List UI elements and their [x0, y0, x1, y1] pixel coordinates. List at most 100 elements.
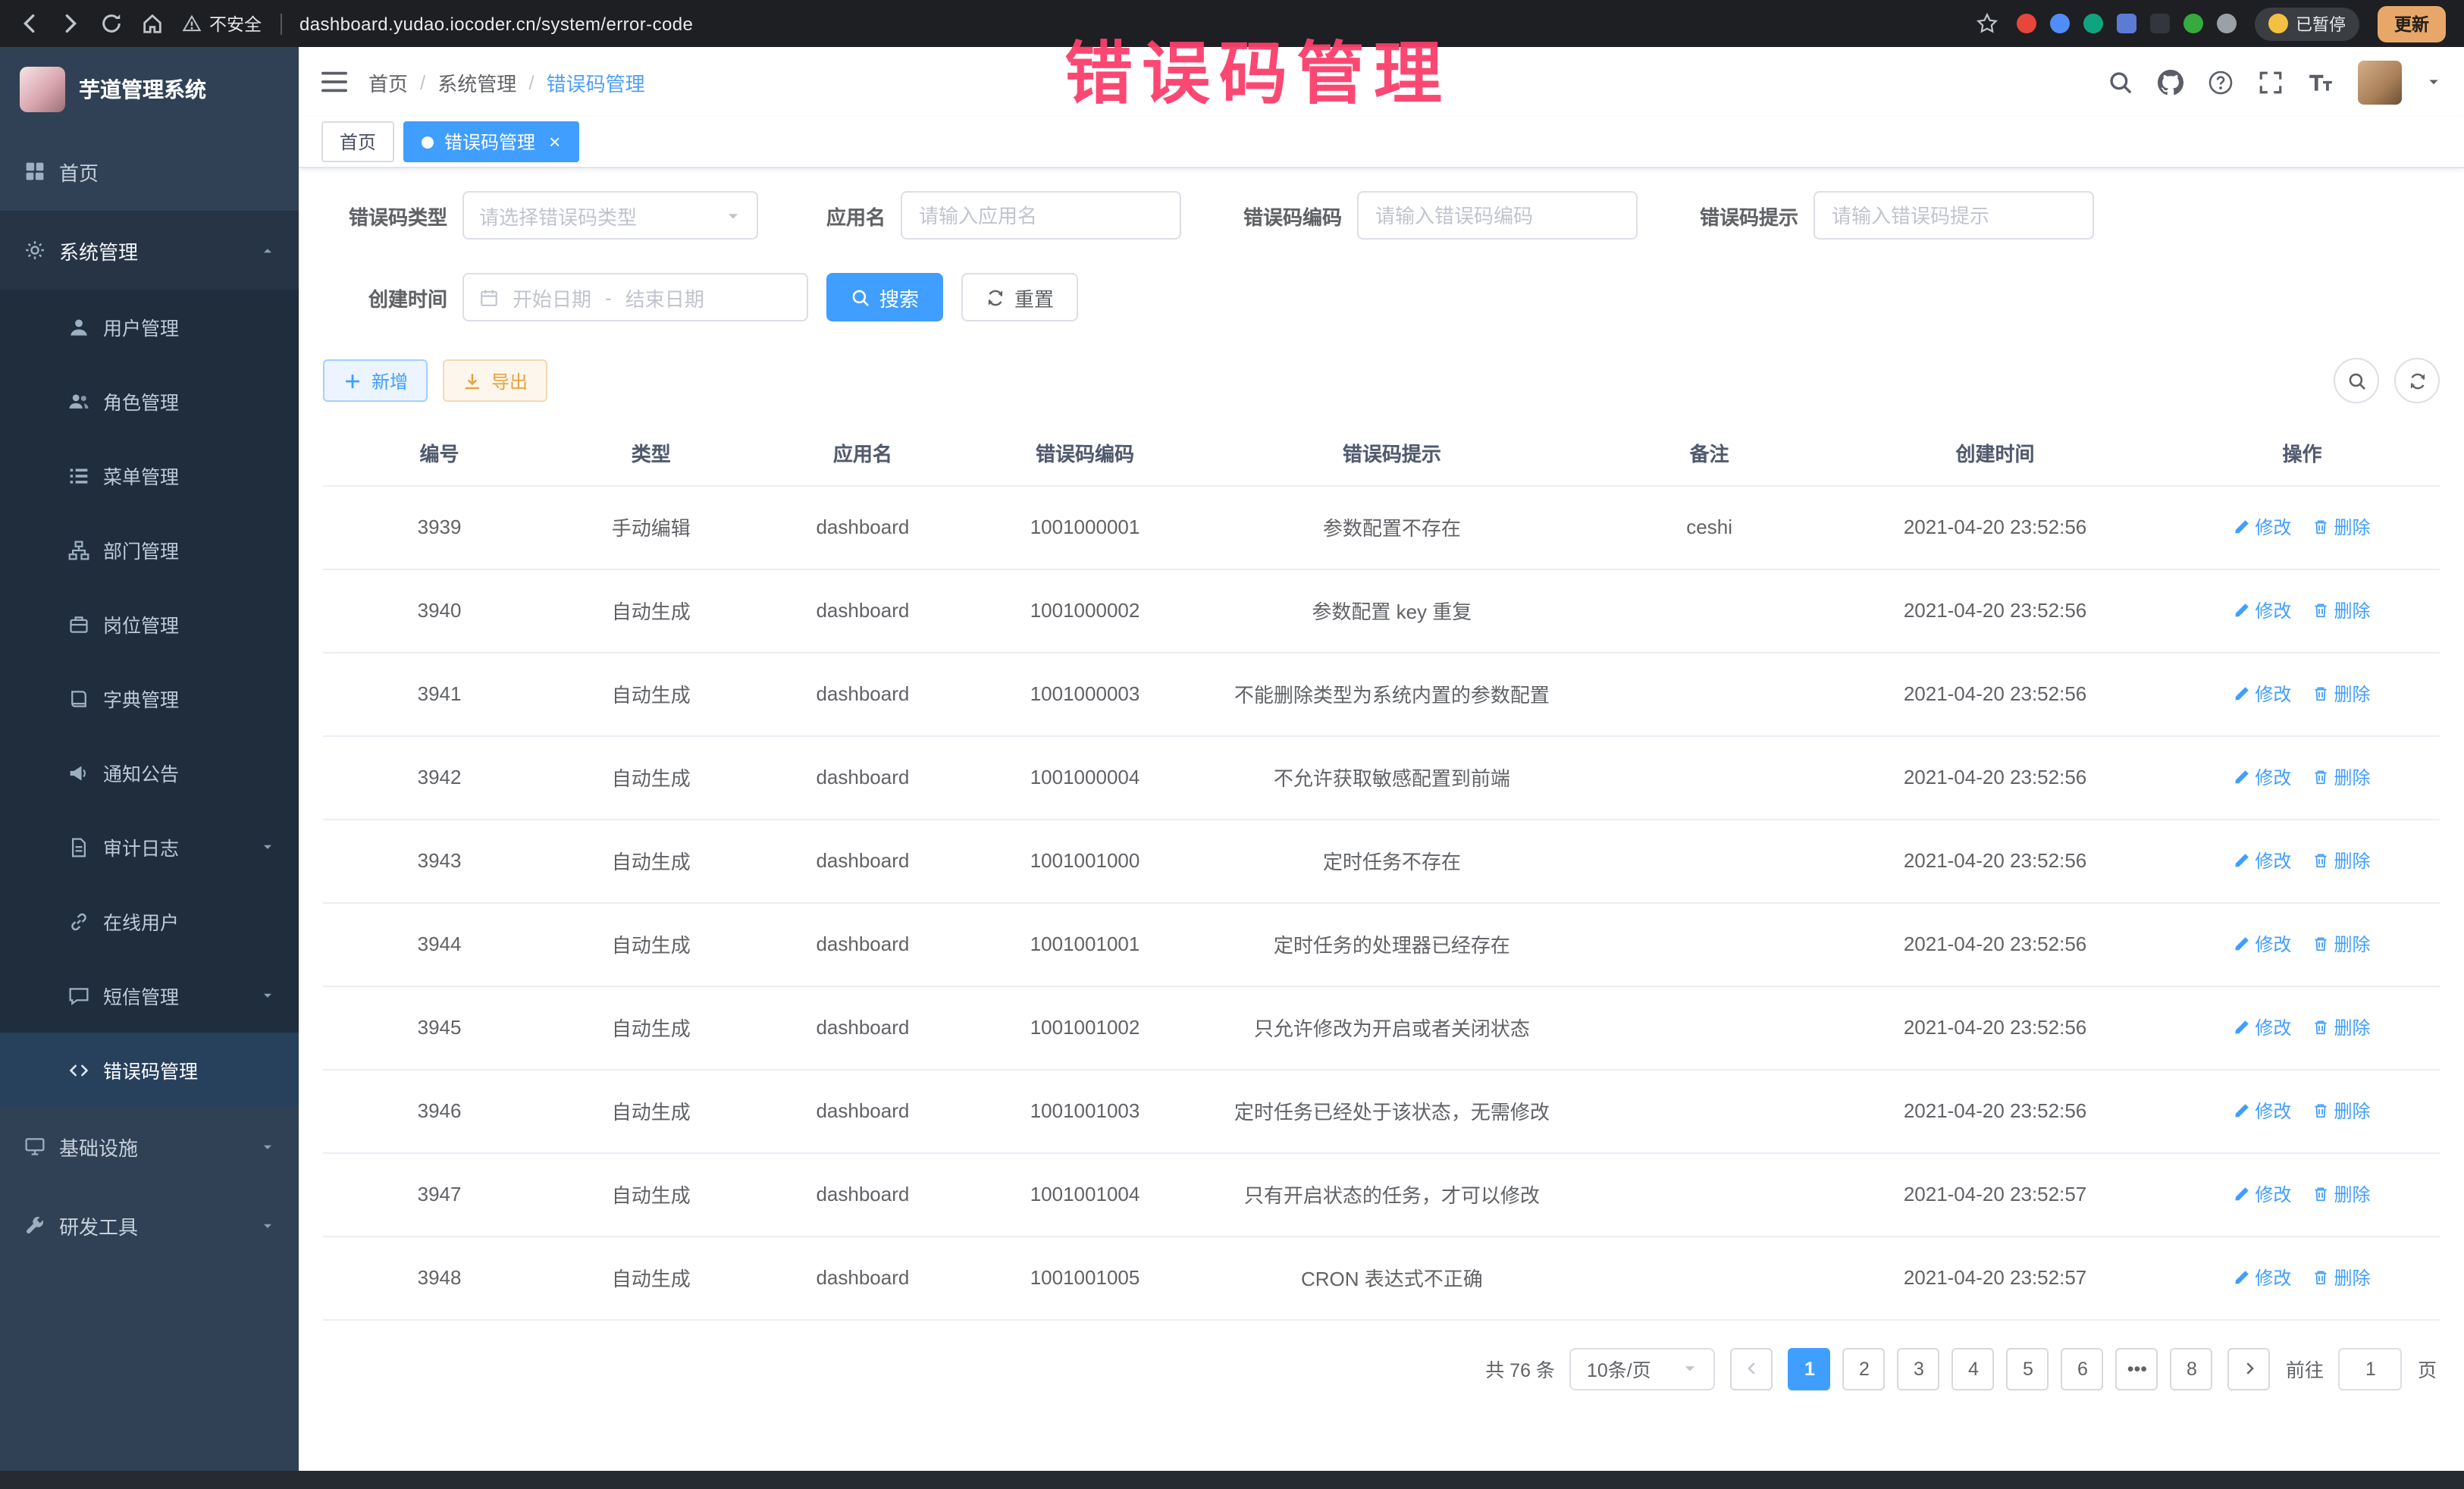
page-size-select[interactable]: 10条/页: [1570, 1347, 1716, 1390]
sidebar-item-role[interactable]: 角色管理: [0, 364, 299, 438]
edit-link[interactable]: 修改: [2234, 514, 2291, 540]
delete-link[interactable]: 删除: [2312, 848, 2370, 873]
reload-icon[interactable]: [100, 12, 123, 35]
breadcrumb-item-0[interactable]: 首页: [368, 67, 408, 96]
chrome-update-button[interactable]: 更新: [2378, 5, 2446, 42]
tab-close-icon[interactable]: ×: [549, 132, 560, 152]
security-indicator[interactable]: 不安全: [182, 11, 262, 36]
megaphone-icon: [68, 762, 89, 783]
avatar-caret-icon[interactable]: [2426, 74, 2441, 89]
add-button[interactable]: 新增: [323, 359, 428, 402]
extension-icon-dark[interactable]: [2150, 14, 2170, 33]
user-avatar[interactable]: [2358, 60, 2402, 104]
page-button-5[interactable]: 5: [2007, 1347, 2049, 1390]
logo-image: [20, 67, 65, 112]
goto-label: 前往: [2286, 1354, 2324, 1383]
sidebar-item-label: 审计日志: [103, 832, 247, 861]
sidebar-item-dev-tools[interactable]: 研发工具: [0, 1186, 299, 1265]
back-icon[interactable]: [18, 12, 41, 35]
tab-label: 首页: [340, 129, 376, 155]
extension-icon-red[interactable]: [2017, 14, 2036, 33]
url-text[interactable]: dashboard.yudao.iocoder.cn/system/error-…: [299, 13, 693, 34]
delete-link[interactable]: 删除: [2312, 514, 2370, 540]
delete-link[interactable]: 删除: [2312, 931, 2370, 957]
cell-actions: 修改删除: [2165, 819, 2440, 902]
refresh-table-button[interactable]: [2394, 358, 2440, 403]
delete-link[interactable]: 删除: [2312, 1181, 2370, 1207]
sidebar-item-error-code[interactable]: 错误码管理: [0, 1033, 299, 1107]
page-button-2[interactable]: 2: [1843, 1347, 1886, 1390]
extension-icon-puzzle[interactable]: [2217, 14, 2237, 33]
tab-home[interactable]: 首页: [321, 121, 394, 162]
extension-icon-grid[interactable]: [2117, 14, 2136, 33]
sidebar-item-menu[interactable]: 菜单管理: [0, 438, 299, 513]
next-page-button[interactable]: [2228, 1347, 2271, 1390]
create-time-range[interactable]: 开始日期 - 结束日期: [462, 273, 808, 321]
prev-page-button[interactable]: [1731, 1347, 1773, 1390]
sidebar-item-notice[interactable]: 通知公告: [0, 735, 299, 810]
search-button[interactable]: 搜索: [826, 273, 943, 321]
extension-icon-teal[interactable]: [2083, 14, 2103, 33]
app-name-input[interactable]: [901, 191, 1181, 240]
fullscreen-icon[interactable]: [2258, 69, 2284, 95]
table-row: 3943自动生成dashboard1001001000定时任务不存在2021-0…: [323, 819, 2440, 902]
delete-link[interactable]: 删除: [2312, 1014, 2370, 1040]
error-code-input[interactable]: [1357, 191, 1638, 240]
sidebar-item-dict[interactable]: 字典管理: [0, 661, 299, 735]
header-search-icon[interactable]: [2108, 69, 2133, 95]
delete-link[interactable]: 删除: [2312, 597, 2370, 623]
page-button-1[interactable]: 1: [1788, 1347, 1831, 1390]
error-type-select[interactable]: 请选择错误码类型: [462, 191, 758, 240]
error-hint-input[interactable]: [1814, 191, 2094, 240]
sync-paused-badge[interactable]: 已暂停: [2255, 7, 2359, 40]
goto-page-input[interactable]: [2339, 1347, 2403, 1390]
sidebar-item-system[interactable]: 系统管理: [0, 211, 299, 290]
delete-link[interactable]: 删除: [2312, 1265, 2370, 1290]
page-button-4[interactable]: 4: [1952, 1347, 1995, 1390]
sidebar-item-post[interactable]: 岗位管理: [0, 587, 299, 661]
sidebar-item-home[interactable]: 首页: [0, 132, 299, 211]
extension-icon-green[interactable]: [2183, 14, 2203, 33]
edit-link[interactable]: 修改: [2234, 1265, 2291, 1290]
reset-button[interactable]: 重置: [961, 273, 1078, 321]
forward-icon[interactable]: [59, 12, 82, 35]
sidebar-item-sms[interactable]: 短信管理: [0, 958, 299, 1033]
page-button-3[interactable]: 3: [1898, 1347, 1940, 1390]
edit-link[interactable]: 修改: [2234, 597, 2291, 623]
edit-link[interactable]: 修改: [2234, 681, 2291, 707]
edit-link[interactable]: 修改: [2234, 1181, 2291, 1207]
page-button-6[interactable]: 6: [2061, 1347, 2104, 1390]
edit-link[interactable]: 修改: [2234, 1014, 2291, 1040]
page-button-8[interactable]: 8: [2171, 1347, 2213, 1390]
table-row: 3945自动生成dashboard1001001002只允许修改为开启或者关闭状…: [323, 986, 2440, 1069]
sidebar-item-user[interactable]: 用户管理: [0, 290, 299, 364]
sidebar-item-dept[interactable]: 部门管理: [0, 513, 299, 587]
delete-link[interactable]: 删除: [2312, 681, 2370, 707]
edit-link[interactable]: 修改: [2234, 764, 2291, 790]
extension-icon-blue[interactable]: [2050, 14, 2070, 33]
profile-avatar-icon: [2268, 14, 2288, 33]
breadcrumb-item-1[interactable]: 系统管理: [437, 67, 516, 96]
sidebar-item-label: 通知公告: [103, 758, 274, 787]
breadcrumb-item-2[interactable]: 错误码管理: [547, 67, 645, 96]
cell-hint: 只允许修改为开启或者关闭状态: [1191, 986, 1593, 1069]
toggle-search-button[interactable]: [2334, 358, 2379, 403]
edit-link[interactable]: 修改: [2234, 931, 2291, 957]
more-pages-button[interactable]: •••: [2116, 1347, 2158, 1390]
help-icon[interactable]: [2208, 69, 2234, 95]
edit-link[interactable]: 修改: [2234, 848, 2291, 873]
delete-link[interactable]: 删除: [2312, 764, 2370, 790]
tab-error-code[interactable]: 错误码管理×: [403, 121, 578, 162]
sidebar-item-audit-log[interactable]: 审计日志: [0, 810, 299, 884]
edit-link[interactable]: 修改: [2234, 1098, 2291, 1124]
github-icon[interactable]: [2158, 69, 2183, 95]
sidebar-item-infra[interactable]: 基础设施: [0, 1107, 299, 1186]
collapse-sidebar-icon[interactable]: [321, 71, 347, 92]
export-button[interactable]: 导出: [443, 359, 547, 402]
sidebar-item-online-user[interactable]: 在线用户: [0, 884, 299, 958]
page-size-value: 10条/页: [1587, 1354, 1651, 1383]
bookmark-star-icon[interactable]: [1976, 12, 1998, 35]
delete-link[interactable]: 删除: [2312, 1098, 2370, 1124]
home-icon[interactable]: [141, 12, 164, 35]
font-size-icon[interactable]: [2308, 69, 2334, 95]
